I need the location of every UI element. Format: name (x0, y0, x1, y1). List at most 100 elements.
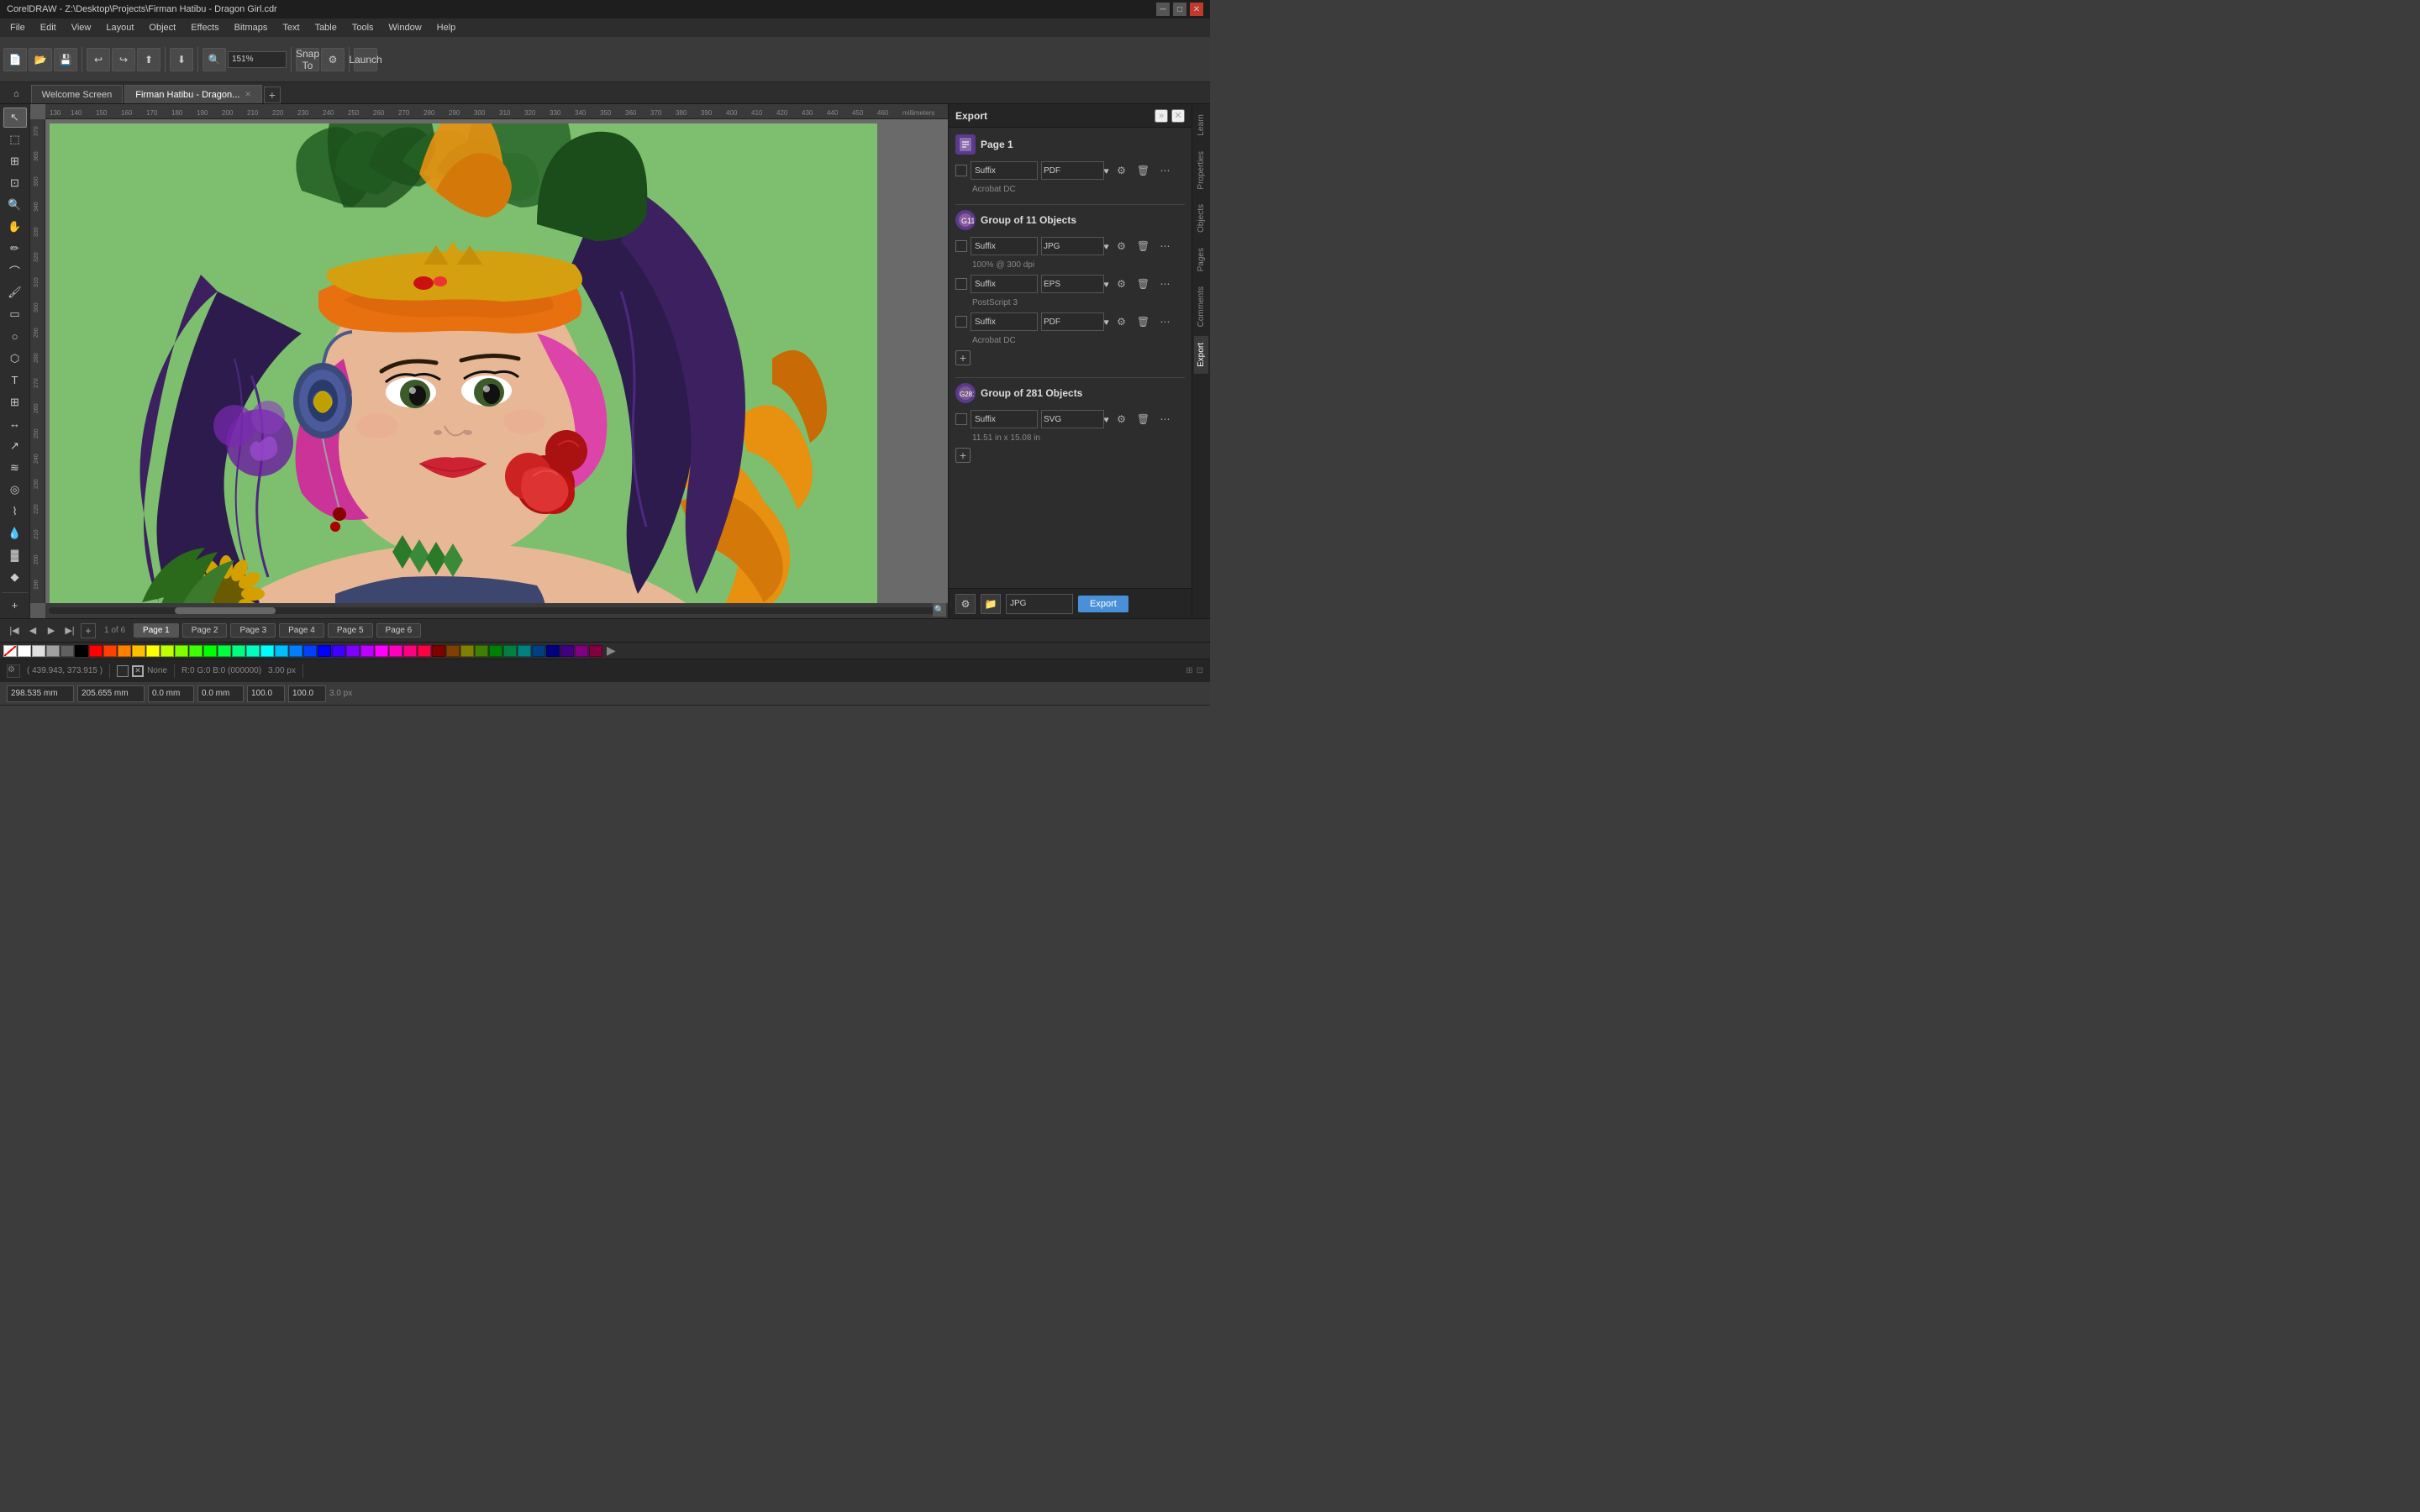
welcome-screen-tab[interactable]: Welcome Screen (31, 85, 124, 103)
color-swatch-hot-pink[interactable] (403, 645, 417, 657)
right-tab-pages[interactable]: Pages (1194, 241, 1208, 278)
contour-tool[interactable]: ◎ (3, 480, 27, 500)
right-tab-objects[interactable]: Objects (1194, 197, 1208, 239)
color-swatch-darkgray[interactable] (60, 645, 74, 657)
color-swatch-yellow[interactable] (146, 645, 160, 657)
menu-help[interactable]: Help (430, 21, 463, 34)
color-swatch-rose[interactable] (418, 645, 431, 657)
color-swatch-azure[interactable] (303, 645, 317, 657)
right-tab-learn[interactable]: Learn (1194, 108, 1208, 143)
color-swatch-dark-teal[interactable] (503, 645, 517, 657)
menu-object[interactable]: Object (142, 21, 182, 34)
menu-view[interactable]: View (65, 21, 98, 34)
color-swatch-green-yellow[interactable] (189, 645, 203, 657)
freehand-tool[interactable]: ✏ (3, 239, 27, 259)
group11-add-export-btn[interactable]: + (955, 350, 971, 365)
group11-pdf2-delete-btn[interactable]: 🗑 (1134, 312, 1153, 331)
color-swatch-dark-purple[interactable] (575, 645, 588, 657)
group11-jpg-more-btn[interactable]: ⋯ (1156, 237, 1175, 255)
document-canvas[interactable] (50, 123, 877, 603)
page-tab-2[interactable]: Page 2 (182, 623, 228, 638)
width-input[interactable] (148, 685, 194, 702)
import-btn[interactable]: ⬇ (170, 48, 193, 71)
group11-pdf-format-select[interactable]: PDFJPGPNGSVGEPS (1041, 312, 1104, 331)
rectangle-tool[interactable]: ▭ (3, 304, 27, 324)
group11-jpg-checkbox[interactable] (955, 240, 967, 252)
color-swatch-cyan[interactable] (260, 645, 274, 657)
group11-pdf2-more-btn[interactable]: ⋯ (1156, 312, 1175, 331)
add-page-btn[interactable]: + (81, 623, 96, 638)
color-swatch-navy-blue[interactable] (532, 645, 545, 657)
zoom-in-btn[interactable]: 🔍 (203, 48, 226, 71)
crop-tool[interactable]: ⊡ (3, 173, 27, 193)
document-tab[interactable]: Firman Hatibu - Dragon... ✕ (124, 85, 262, 103)
horizontal-scrollbar[interactable] (45, 603, 948, 618)
color-swatch-spring[interactable] (218, 645, 231, 657)
node-tool[interactable]: ⬚ (3, 129, 27, 150)
group11-eps-delete-btn[interactable]: 🗑 (1134, 275, 1153, 293)
close-tab-icon[interactable]: ✕ (245, 90, 251, 99)
right-tab-export[interactable]: Export (1194, 336, 1208, 374)
menu-window[interactable]: Window (382, 21, 429, 34)
group11-eps-suffix[interactable] (971, 275, 1038, 293)
x-position-input[interactable] (7, 685, 74, 702)
close-export-btn[interactable]: ✕ (1171, 109, 1185, 123)
add-tab-button[interactable]: + (264, 87, 281, 103)
canvas-area[interactable]: 130 140 150 160 170 180 190 200 210 220 … (30, 104, 948, 618)
export-settings-icon-btn[interactable]: ⚙ (955, 594, 976, 614)
menu-text[interactable]: Text (276, 21, 306, 34)
group11-jpg-suffix[interactable] (971, 237, 1038, 255)
color-swatch-dark-red[interactable] (432, 645, 445, 657)
ellipse-tool[interactable]: ○ (3, 326, 27, 346)
distort-tool[interactable]: ⌇ (3, 501, 27, 522)
right-tab-comments[interactable]: Comments (1194, 280, 1208, 333)
menu-table[interactable]: Table (308, 21, 344, 34)
scroll-palette-right[interactable]: ▶ (607, 643, 616, 658)
page-tab-6[interactable]: Page 6 (376, 623, 422, 638)
group281-svg-more-btn[interactable]: ⋯ (1156, 410, 1175, 428)
page1-pdf-suffix[interactable] (971, 161, 1038, 180)
group281-svg-settings-btn[interactable]: ⚙ (1113, 410, 1131, 428)
fill-tool[interactable]: ▓ (3, 545, 27, 565)
group11-eps-checkbox[interactable] (955, 278, 967, 290)
height-input[interactable] (197, 685, 244, 702)
color-swatch-amber[interactable] (132, 645, 145, 657)
page1-pdf-more-btn[interactable]: ⋯ (1156, 161, 1175, 180)
color-swatch-dark-lime[interactable] (475, 645, 488, 657)
group11-jpg-settings-btn[interactable]: ⚙ (1113, 237, 1131, 255)
new-file-btn[interactable]: 📄 (3, 48, 27, 71)
menu-file[interactable]: File (3, 21, 32, 34)
eyedropper-tool[interactable]: 💧 (3, 523, 27, 543)
page-last-btn[interactable]: ▶| (62, 623, 77, 638)
group281-add-export-btn[interactable]: + (955, 448, 971, 463)
group11-pdf-suffix[interactable] (971, 312, 1038, 331)
color-swatch-dark-pink[interactable] (589, 645, 602, 657)
page1-pdf-checkbox[interactable] (955, 165, 967, 176)
interactive-fill[interactable]: ◆ (3, 567, 27, 587)
export-folder-btn[interactable]: 📁 (981, 594, 1001, 614)
color-swatch-lightgray[interactable] (32, 645, 45, 657)
redo-btn[interactable]: ↪ (112, 48, 135, 71)
color-swatch-orange[interactable] (118, 645, 131, 657)
maximize-button[interactable]: □ (1173, 3, 1186, 16)
group11-jpg-format-select[interactable]: JPGPDFPNGSVGEPS (1041, 237, 1104, 255)
color-swatch-orange-red[interactable] (103, 645, 117, 657)
page-prev-btn[interactable]: ◀ (25, 623, 40, 638)
export-btn[interactable]: ⬆ (137, 48, 160, 71)
page-tab-4[interactable]: Page 4 (279, 623, 324, 638)
polygon-tool[interactable]: ⬡ (3, 349, 27, 369)
page1-pdf-settings-btn[interactable]: ⚙ (1113, 161, 1131, 180)
color-swatch-green[interactable] (203, 645, 217, 657)
group11-eps-more-btn[interactable]: ⋯ (1156, 275, 1175, 293)
options-btn[interactable]: ⚙ (321, 48, 345, 71)
group281-svg-format-select[interactable]: SVGPDFJPGPNGEPS (1041, 410, 1104, 428)
scale-h-input[interactable] (288, 685, 326, 702)
page1-pdf-format-select[interactable]: PDFJPGPNGSVGEPS (1041, 161, 1104, 180)
y-position-input[interactable] (77, 685, 145, 702)
group11-eps-settings-btn[interactable]: ⚙ (1113, 275, 1131, 293)
group281-svg-delete-btn[interactable]: 🗑 (1134, 410, 1153, 428)
blend-tool[interactable]: ≋ (3, 458, 27, 478)
color-swatch-indigo[interactable] (332, 645, 345, 657)
page1-pdf-delete-btn[interactable]: 🗑 (1134, 161, 1153, 180)
export-format-select-bottom[interactable]: JPGPDFPNGSVGEPS (1006, 594, 1073, 614)
